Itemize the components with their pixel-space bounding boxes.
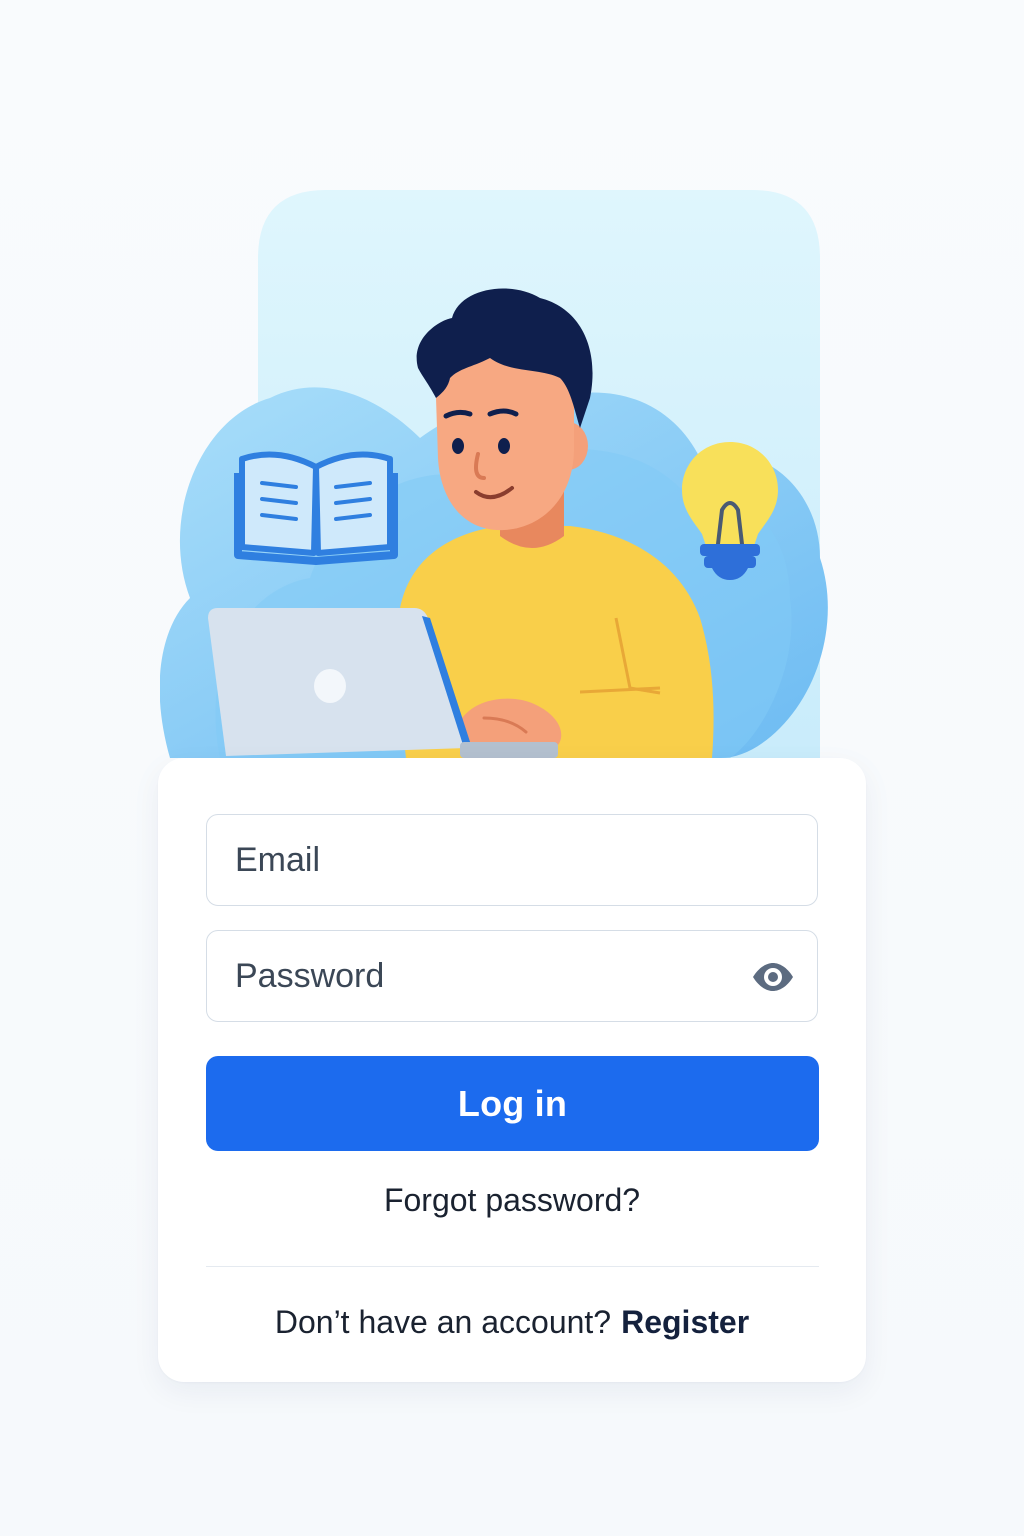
hero-illustration xyxy=(160,188,850,768)
divider xyxy=(206,1266,819,1267)
login-card: Log in Forgot password? Don’t have an ac… xyxy=(158,758,866,1382)
login-page: Log in Forgot password? Don’t have an ac… xyxy=(0,0,1024,1536)
email-field[interactable] xyxy=(206,814,818,906)
forgot-password-link[interactable]: Forgot password? xyxy=(158,1182,866,1219)
register-row: Don’t have an account? Register xyxy=(158,1304,866,1341)
login-button[interactable]: Log in xyxy=(206,1056,819,1151)
password-input[interactable] xyxy=(235,931,715,1021)
register-link[interactable]: Register xyxy=(621,1304,749,1340)
open-book-icon xyxy=(234,451,398,565)
no-account-text: Don’t have an account? xyxy=(274,1304,612,1340)
email-input[interactable] xyxy=(235,815,715,905)
eye-icon[interactable] xyxy=(751,957,795,997)
password-field[interactable] xyxy=(206,930,818,1022)
